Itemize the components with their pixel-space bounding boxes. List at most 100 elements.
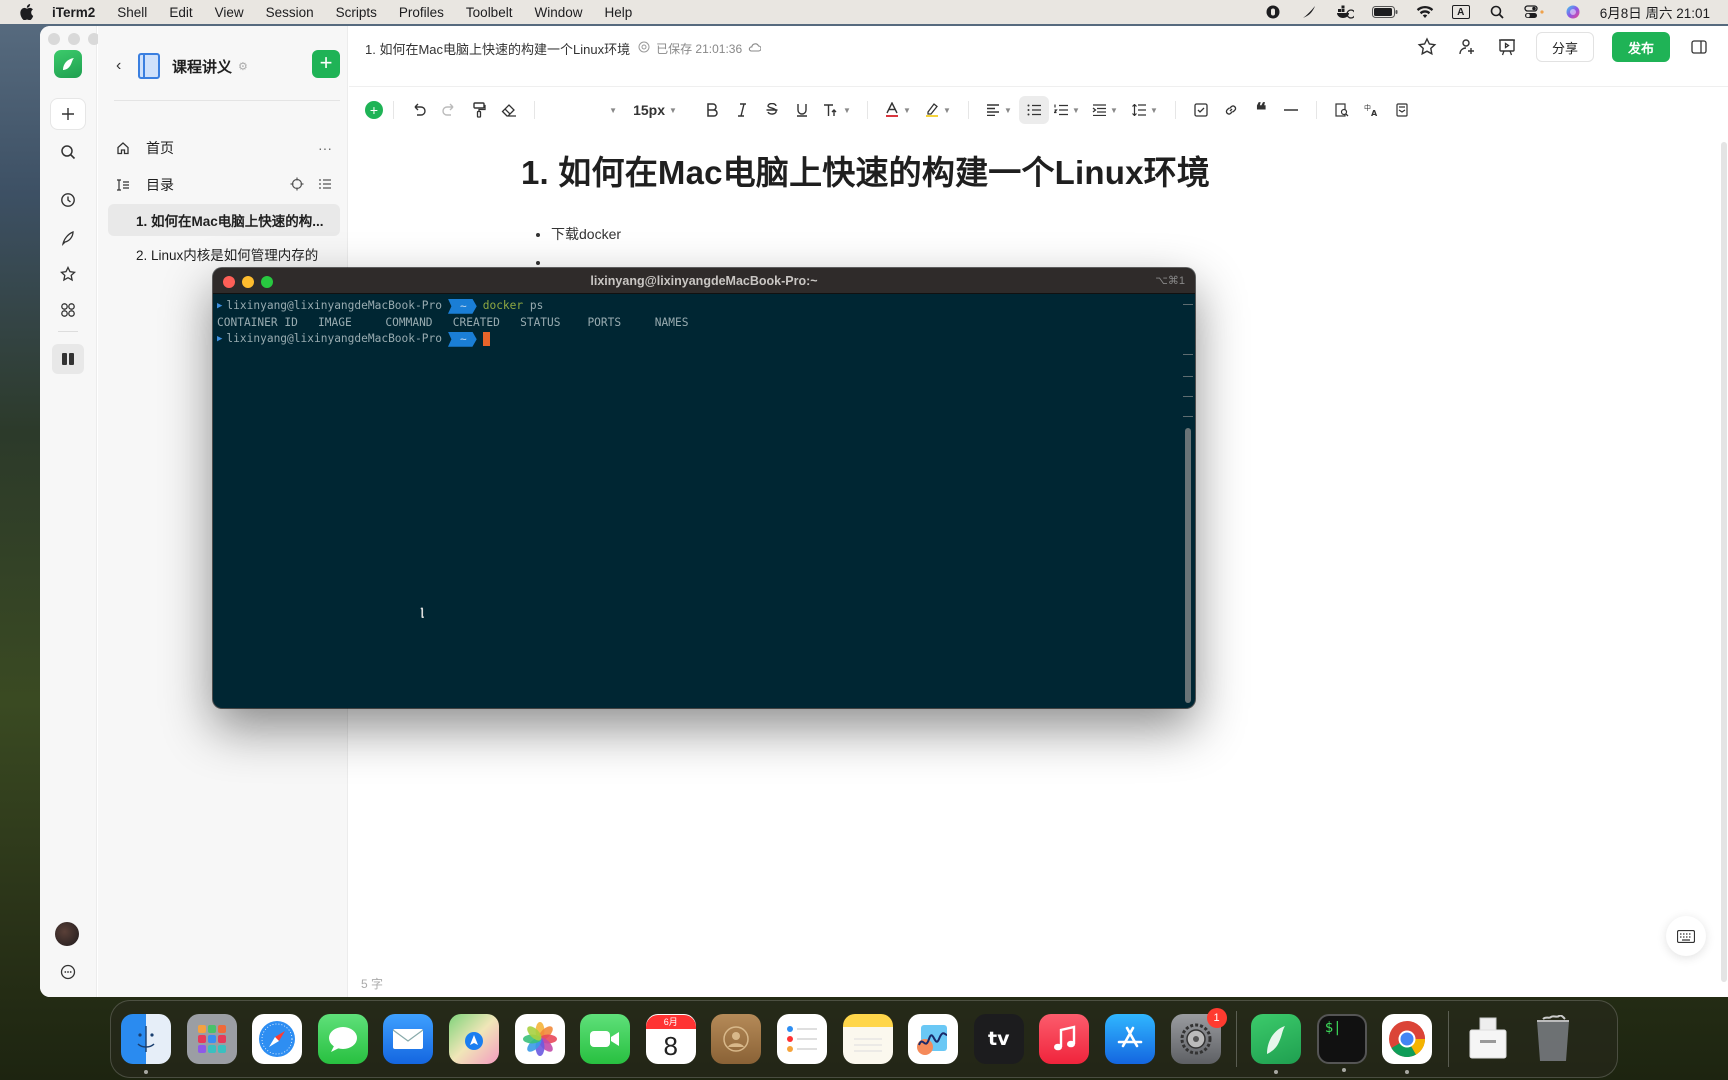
iterm-window[interactable]: lixinyang@lixinyangdeMacBook-Pro:~ ⌥⌘1 ▶… [213,268,1195,708]
terminal-scroll-thumb[interactable] [1185,428,1191,703]
translate-icon[interactable]: 中A [1357,96,1387,124]
font-color-dropdown[interactable]: ▼ [878,96,918,124]
input-source-icon[interactable]: A [1451,5,1470,19]
find-replace-icon[interactable] [1327,96,1357,124]
minimize-button[interactable] [68,33,80,45]
dock-mail[interactable] [383,1014,434,1064]
toc-item[interactable]: 1. 如何在Mac电脑上快速的构... [108,204,340,236]
document-template-icon[interactable] [1387,96,1417,124]
dock-messages[interactable] [317,1014,368,1064]
menu-help[interactable]: Help [604,5,632,20]
dock-music[interactable] [1039,1014,1090,1064]
text-format-dropdown[interactable]: ▼ [817,96,857,124]
add-collaborator-icon[interactable] [1456,36,1478,58]
book-title[interactable]: 课程讲义 [172,56,232,77]
menu-profiles[interactable]: Profiles [399,5,444,20]
dock-launchpad[interactable] [186,1014,237,1064]
dock-chrome[interactable] [1382,1014,1433,1074]
list-item[interactable]: 下载docker [551,220,1210,248]
more-dots-icon[interactable]: ··· [318,140,332,156]
star-icon[interactable] [50,258,86,290]
wifi-icon[interactable] [1416,5,1434,19]
dock-notes[interactable] [842,1014,893,1064]
bold-icon[interactable] [697,96,727,124]
line-height-dropdown[interactable]: ▼ [1125,96,1165,124]
library-book-icon[interactable] [52,344,84,374]
locate-crosshair-icon[interactable] [290,177,304,194]
dock-facetime[interactable] [580,1014,631,1064]
editor-scrollbar[interactable] [1721,142,1727,982]
toggle-panel-icon[interactable] [1688,36,1710,58]
dock-photos[interactable] [514,1014,565,1064]
menu-window[interactable]: Window [534,5,582,20]
task-checkbox-icon[interactable] [1186,96,1216,124]
document-heading[interactable]: 1. 如何在Mac电脑上快速的构建一个Linux环境 [521,146,1210,194]
highlight-color-dropdown[interactable]: ▼ [918,96,958,124]
terminal-zoom-button[interactable] [261,276,273,288]
siri-icon[interactable] [1564,5,1582,19]
font-size-dropdown[interactable]: 15px ▼ [625,96,685,124]
dock-reminders[interactable] [776,1014,827,1064]
dock-freeform[interactable] [908,1014,959,1064]
horizontal-rule-icon[interactable] [1276,96,1306,124]
dock-calendar[interactable]: 6月 8 [645,1014,696,1064]
menu-view[interactable]: View [215,5,244,20]
paragraph-style-dropdown[interactable]: ▼ [545,96,625,124]
dock-trash[interactable] [1528,1014,1578,1064]
eraser-clear-format-icon[interactable] [494,96,524,124]
apple-menu-icon[interactable] [18,3,36,21]
menubar-clock[interactable]: 6月8日 周六 21:01 [1600,2,1710,22]
record-icon[interactable] [1264,5,1282,19]
align-dropdown[interactable]: ▼ [979,96,1019,124]
link-icon[interactable] [1216,96,1246,124]
history-clock-icon[interactable] [50,184,86,216]
strikethrough-icon[interactable] [757,96,787,124]
toc-item[interactable]: 2. Linux内核是如何管理内存的 [108,238,340,270]
dock-safari[interactable] [252,1014,303,1064]
italic-icon[interactable] [727,96,757,124]
dock-iterm2[interactable]: $| [1316,1014,1367,1072]
quill-pen-icon[interactable] [50,222,86,254]
terminal-scrollbar[interactable] [1183,298,1193,704]
feather-icon[interactable] [1300,5,1318,19]
sidebar-item-home[interactable]: 首页 ··· [108,132,340,164]
menu-shell[interactable]: Shell [117,5,147,20]
menu-scripts[interactable]: Scripts [336,5,377,20]
book-settings-icon[interactable]: ⚙ [238,60,248,73]
terminal-close-button[interactable] [223,276,235,288]
keyboard-shortcuts-icon[interactable] [1666,916,1706,956]
numbered-list-dropdown[interactable]: ▼ [1049,96,1085,124]
add-doc-button[interactable]: + [312,50,340,78]
dock-yuque[interactable] [1251,1014,1302,1074]
menu-app-iterm2[interactable]: iTerm2 [52,5,95,20]
collapse-list-icon[interactable] [318,177,332,193]
user-avatar[interactable] [55,922,79,946]
menu-session[interactable]: Session [266,5,314,20]
quote-icon[interactable]: ❝ [1246,96,1276,124]
indent-dropdown[interactable]: ▼ [1085,96,1125,124]
bulleted-list-icon[interactable] [1019,96,1049,124]
share-button[interactable]: 分享 [1536,32,1594,62]
terminal-minimize-button[interactable] [242,276,254,288]
collab-status-icon[interactable] [638,41,650,56]
terminal-output[interactable]: ▶ lixinyang@lixinyangdeMacBook-Pro ~ doc… [217,298,1181,708]
publish-button[interactable]: 发布 [1612,32,1670,62]
undo-icon[interactable] [404,96,434,124]
app-logo[interactable] [54,50,82,78]
underline-icon[interactable] [787,96,817,124]
dock-contacts[interactable] [711,1014,762,1064]
document-body[interactable]: 1. 如何在Mac电脑上快速的构建一个Linux环境 下载docker [521,146,1210,276]
format-painter-icon[interactable] [464,96,494,124]
new-button[interactable] [50,98,86,130]
dock-apple-tv[interactable]: tv [973,1014,1024,1064]
spotlight-icon[interactable] [1488,5,1506,19]
dock-system-settings[interactable]: 1 [1170,1008,1227,1064]
insert-block-button[interactable]: + [365,101,383,119]
dock-app-store[interactable] [1104,1014,1155,1064]
dock-finder[interactable] [121,1014,171,1074]
presentation-icon[interactable] [1496,36,1518,58]
menu-toolbelt[interactable]: Toolbelt [466,5,513,20]
dock-downloads-stack[interactable] [1463,1014,1513,1064]
docker-icon[interactable] [1336,5,1354,19]
apps-grid-icon[interactable] [50,294,86,326]
